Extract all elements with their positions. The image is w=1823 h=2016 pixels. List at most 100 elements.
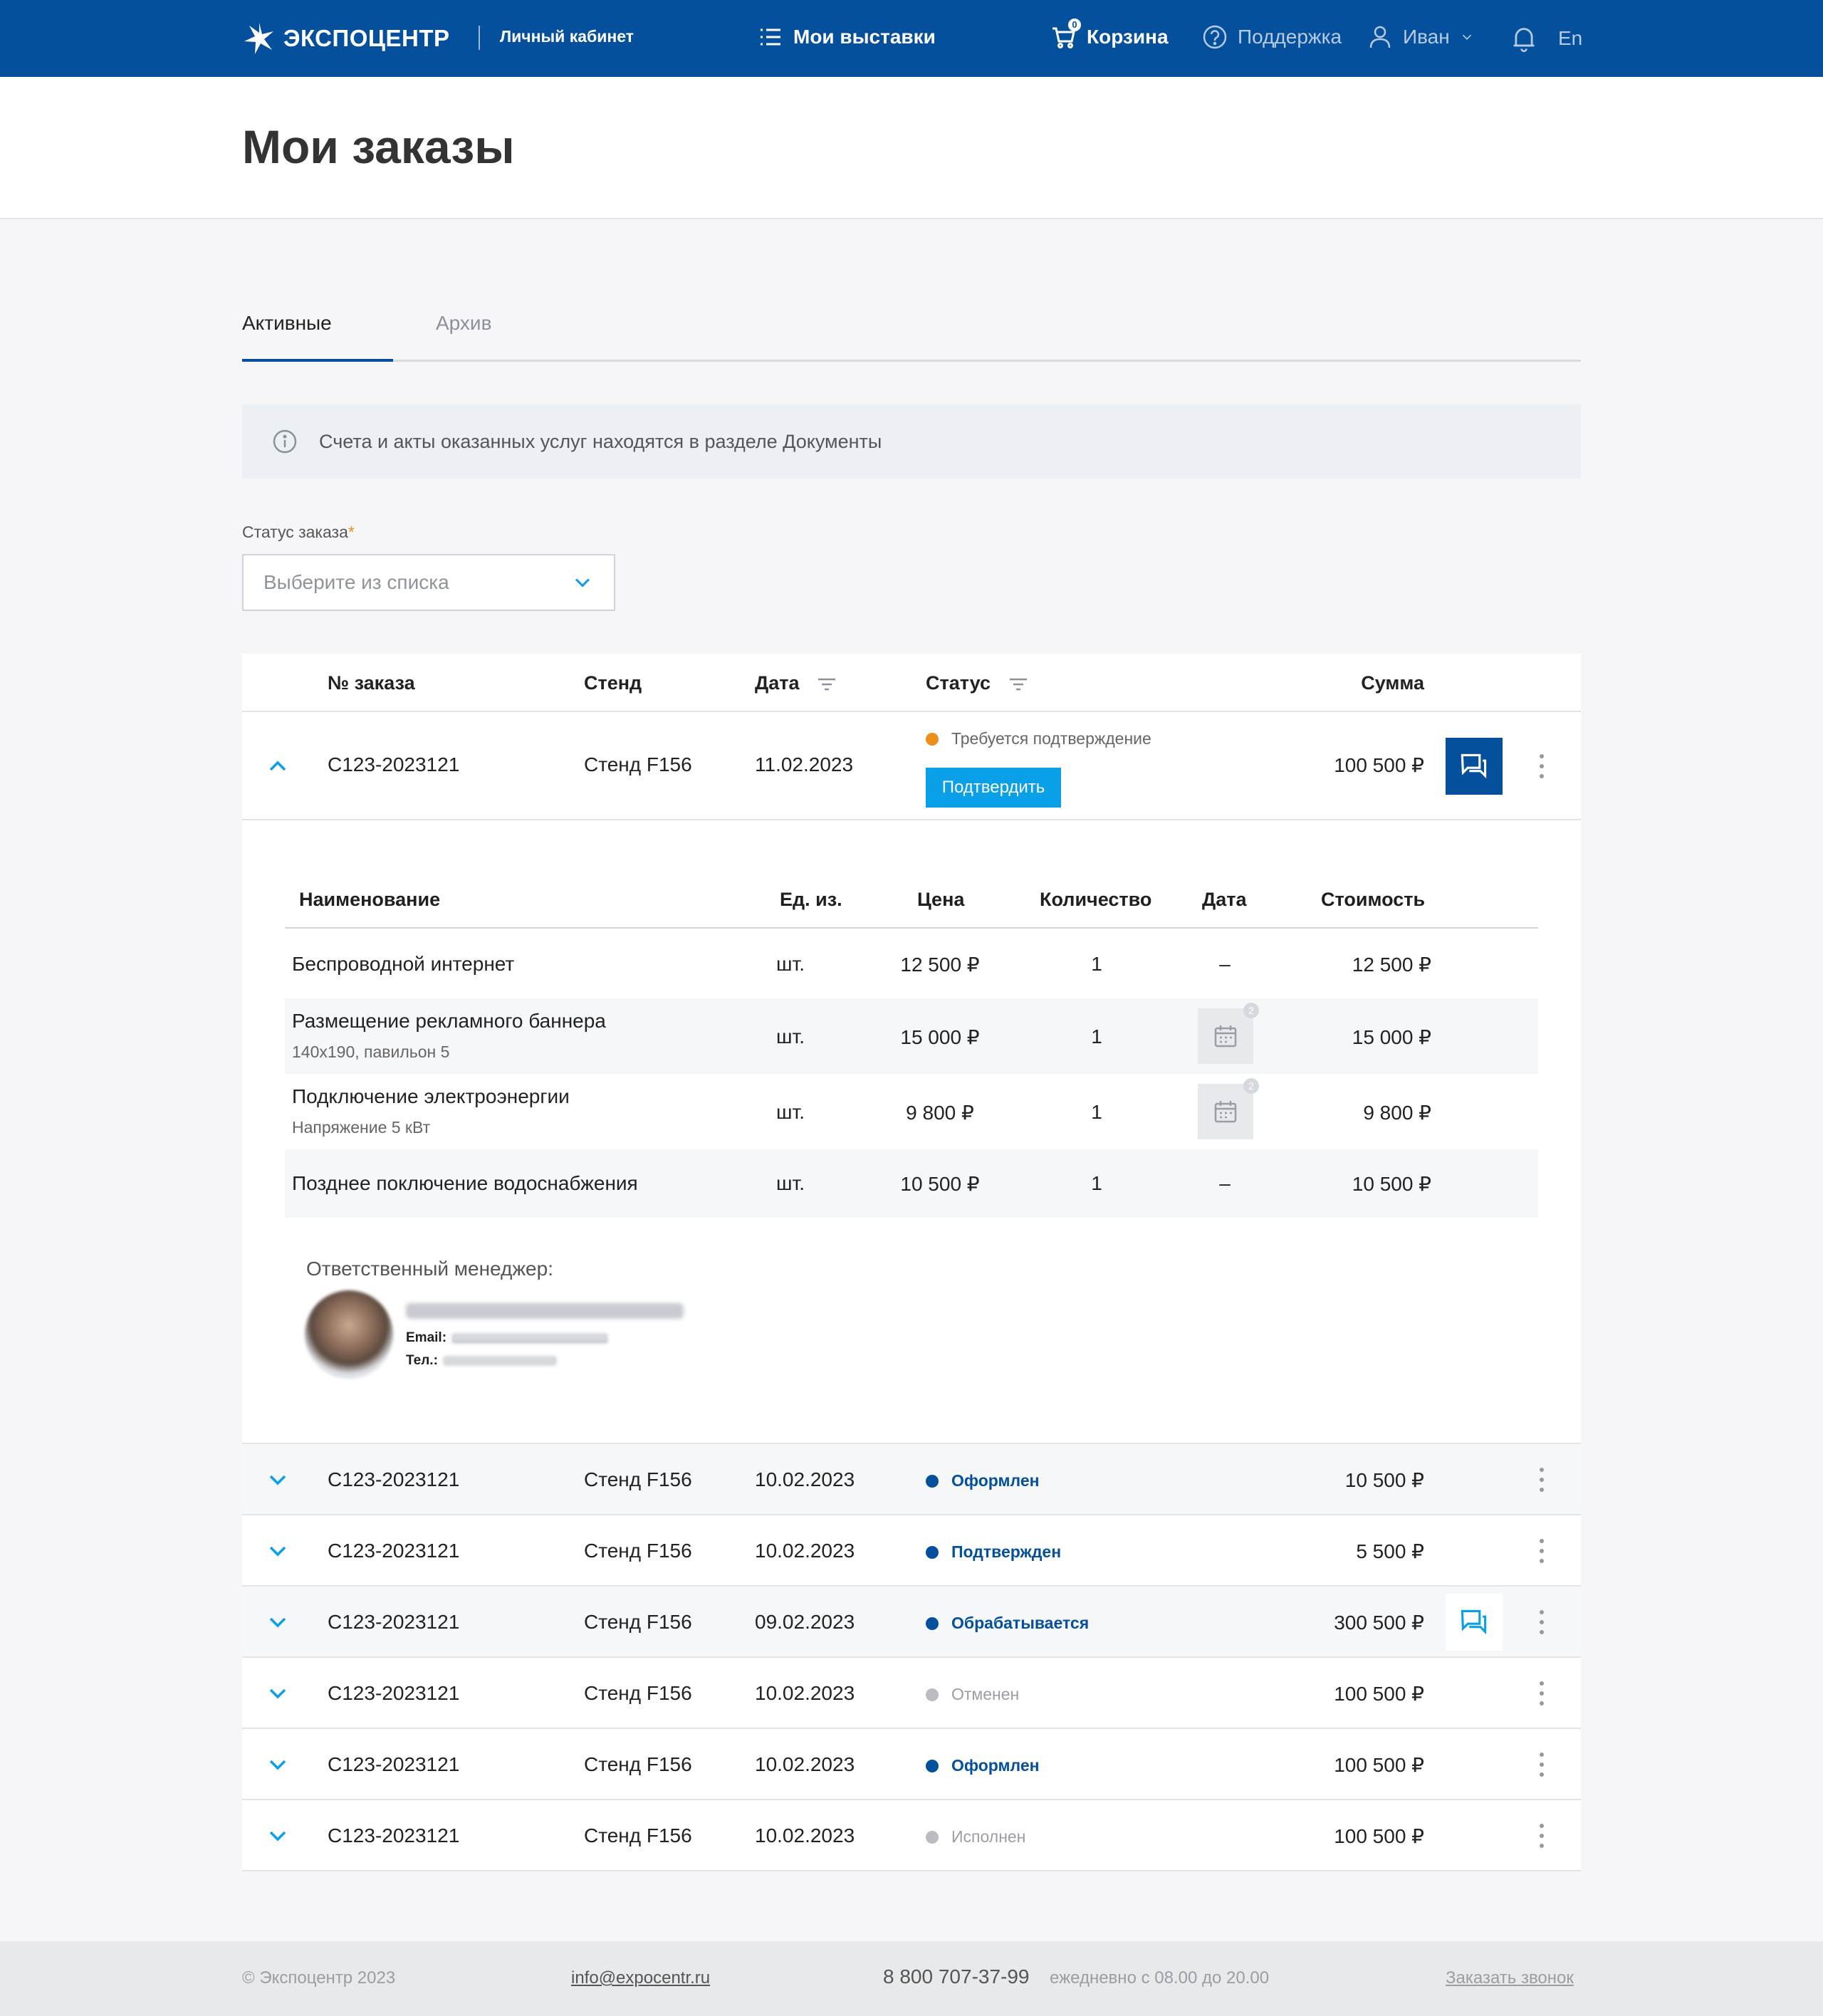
item-qty: 1 (1091, 953, 1102, 975)
chat-button[interactable] (1446, 738, 1503, 795)
order-status: Отменен (926, 1685, 1019, 1704)
item-name: Позднее поключение водоснабжения (292, 1172, 638, 1194)
nav-support[interactable]: Поддержка (1202, 24, 1342, 50)
bell-icon[interactable] (1510, 24, 1538, 53)
more-vertical-icon[interactable] (1538, 1750, 1545, 1779)
calendar-icon (1214, 1101, 1237, 1123)
table-header: № заказа Стенд Дата Статус Сумма (242, 654, 1581, 712)
footer: © Экспоцентр 2023 info@expocentr.ru 8 80… (0, 1941, 1823, 2016)
manager-avatar (305, 1290, 393, 1379)
order-status-label: Оформлен (951, 1471, 1040, 1490)
confirm-button[interactable]: Подтвердить (926, 768, 1061, 808)
nav-cart[interactable]: 0 Корзина (1051, 19, 1169, 50)
order-number: C123-2023121 (328, 1611, 460, 1633)
expocentr-star-icon (244, 23, 273, 54)
manager-tel-blurred (443, 1356, 557, 1366)
user-icon (1369, 26, 1391, 48)
footer-hours: ежедневно с 08.00 до 20.00 (1050, 1968, 1270, 1988)
item-row: Беспроводной интернет шт. 12 500 ₽ 1 – 1… (285, 930, 1538, 998)
logo[interactable]: ЭКСПОЦЕНТР (242, 21, 450, 56)
chevron-down-icon (1462, 34, 1471, 40)
status-dot (926, 1688, 939, 1701)
status-select[interactable]: Выберите из списка (242, 554, 615, 611)
order-sum: 100 500 ₽ (1334, 754, 1424, 776)
item-row: Размещение рекламного баннера 140x190, п… (285, 998, 1538, 1074)
language-switch[interactable]: En (1558, 27, 1582, 50)
order-status-label: Отменен (951, 1685, 1020, 1703)
nav-my-exhibitions-label: Мои выставки (793, 26, 936, 48)
tab-active[interactable]: Активные (242, 312, 332, 335)
order-date: 10.02.2023 (755, 1540, 855, 1562)
tabs: Активные Архив (242, 299, 1581, 362)
table-row[interactable]: C123-2023121 Стенд F156 10.02.2023 Оформ… (242, 1729, 1581, 1800)
more-vertical-icon[interactable] (1538, 1679, 1545, 1708)
footer-phone[interactable]: 8 800 707-37-99 (883, 1965, 1030, 1988)
cart-count-badge: 0 (1068, 19, 1081, 31)
table-row[interactable]: C123-2023121 Стенд F156 10.02.2023 Подтв… (242, 1515, 1581, 1587)
item-price: 10 500 ₽ (900, 1173, 980, 1195)
manager-email-link-blurred[interactable] (451, 1333, 608, 1343)
calendar-button[interactable]: 2 (1198, 1003, 1259, 1064)
order-sum: 5 500 ₽ (1356, 1540, 1424, 1562)
order-number: C123-2023121 (328, 1682, 460, 1704)
order-number: C123-2023121 (328, 1540, 460, 1562)
more-vertical-icon[interactable] (1538, 1466, 1545, 1494)
user-name: Иван (1403, 26, 1450, 48)
chevron-up-icon[interactable] (265, 753, 291, 779)
info-banner: Счета и акты оказанных услуг находятся в… (242, 404, 1581, 479)
chevron-down-icon[interactable] (265, 1609, 291, 1635)
help-circle-icon (1203, 25, 1227, 49)
order-status: Подтвержден (926, 1542, 1061, 1562)
order-date: 11.02.2023 (755, 753, 854, 775)
item-row: Подключение электроэнергии Напряжение 5 … (285, 1074, 1538, 1149)
sort-filter-icon[interactable] (818, 677, 836, 691)
user-menu[interactable]: Иван (1367, 24, 1474, 50)
order-sum: 100 500 ₽ (1334, 1754, 1424, 1776)
chat-icon (1461, 753, 1487, 779)
item-cost: 9 800 ₽ (1363, 1102, 1431, 1124)
callback-link[interactable]: Заказать звонок (1446, 1968, 1574, 1988)
chevron-down-icon[interactable] (265, 1467, 291, 1493)
tab-archive[interactable]: Архив (436, 312, 491, 335)
item-subtitle: 140x190, павильон 5 (292, 1043, 450, 1061)
list-icon (761, 28, 780, 46)
table-row[interactable]: C123-2023121 Стенд F156 10.02.2023 Испол… (242, 1800, 1581, 1871)
chevron-down-icon[interactable] (265, 1752, 291, 1777)
order-stand: Стенд F156 (584, 753, 692, 775)
calendar-button[interactable]: 2 (1198, 1078, 1259, 1139)
header-status-label: Статус (926, 672, 991, 694)
footer-email-link[interactable]: info@expocentr.ru (571, 1968, 710, 1988)
chevron-down-icon[interactable] (265, 1538, 291, 1564)
items-header-unit: Ед. из. (780, 889, 842, 910)
order-date: 10.02.2023 (755, 1682, 855, 1704)
info-text: Счета и акты оказанных услуг находятся в… (319, 430, 882, 452)
more-vertical-icon[interactable] (1538, 1822, 1545, 1850)
table-row-expanded[interactable]: C123-2023121 Стенд F156 11.02.2023 Требу… (242, 712, 1581, 820)
table-row[interactable]: C123-2023121 Стенд F156 10.02.2023 Оформ… (242, 1444, 1581, 1515)
item-price: 9 800 ₽ (906, 1102, 974, 1124)
more-vertical-icon[interactable] (1538, 1537, 1545, 1565)
table-row[interactable]: C123-2023121 Стенд F156 10.02.2023 Отмен… (242, 1658, 1581, 1729)
header-stand: Стенд (584, 672, 642, 694)
chevron-down-icon[interactable] (265, 1823, 291, 1849)
header-date-label: Дата (755, 672, 800, 694)
item-date: – (1219, 1172, 1231, 1194)
item-cost: 12 500 ₽ (1352, 954, 1431, 976)
sort-filter-icon[interactable] (1009, 677, 1028, 691)
chat-button[interactable] (1446, 1594, 1503, 1651)
order-status: Оформлен (926, 1756, 1040, 1775)
table-row[interactable]: C123-2023121 Стенд F156 09.02.2023 Обраб… (242, 1587, 1581, 1658)
logo-text: ЭКСПОЦЕНТР (283, 25, 450, 51)
order-sum: 300 500 ₽ (1334, 1612, 1424, 1634)
manager-label: Ответственный менеджер: (306, 1258, 553, 1280)
more-vertical-icon[interactable] (1538, 752, 1545, 780)
chevron-down-icon[interactable] (265, 1681, 291, 1706)
cabinet-label: Личный кабинет (500, 27, 634, 46)
item-name: Подключение электроэнергии (292, 1085, 570, 1107)
status-dot (926, 1474, 939, 1488)
order-number: C123-2023121 (328, 1753, 460, 1775)
header-date: Дата (755, 672, 836, 694)
nav-my-exhibitions[interactable]: Мои выставки (758, 24, 936, 50)
item-unit: шт. (776, 1025, 805, 1048)
more-vertical-icon[interactable] (1538, 1608, 1545, 1636)
